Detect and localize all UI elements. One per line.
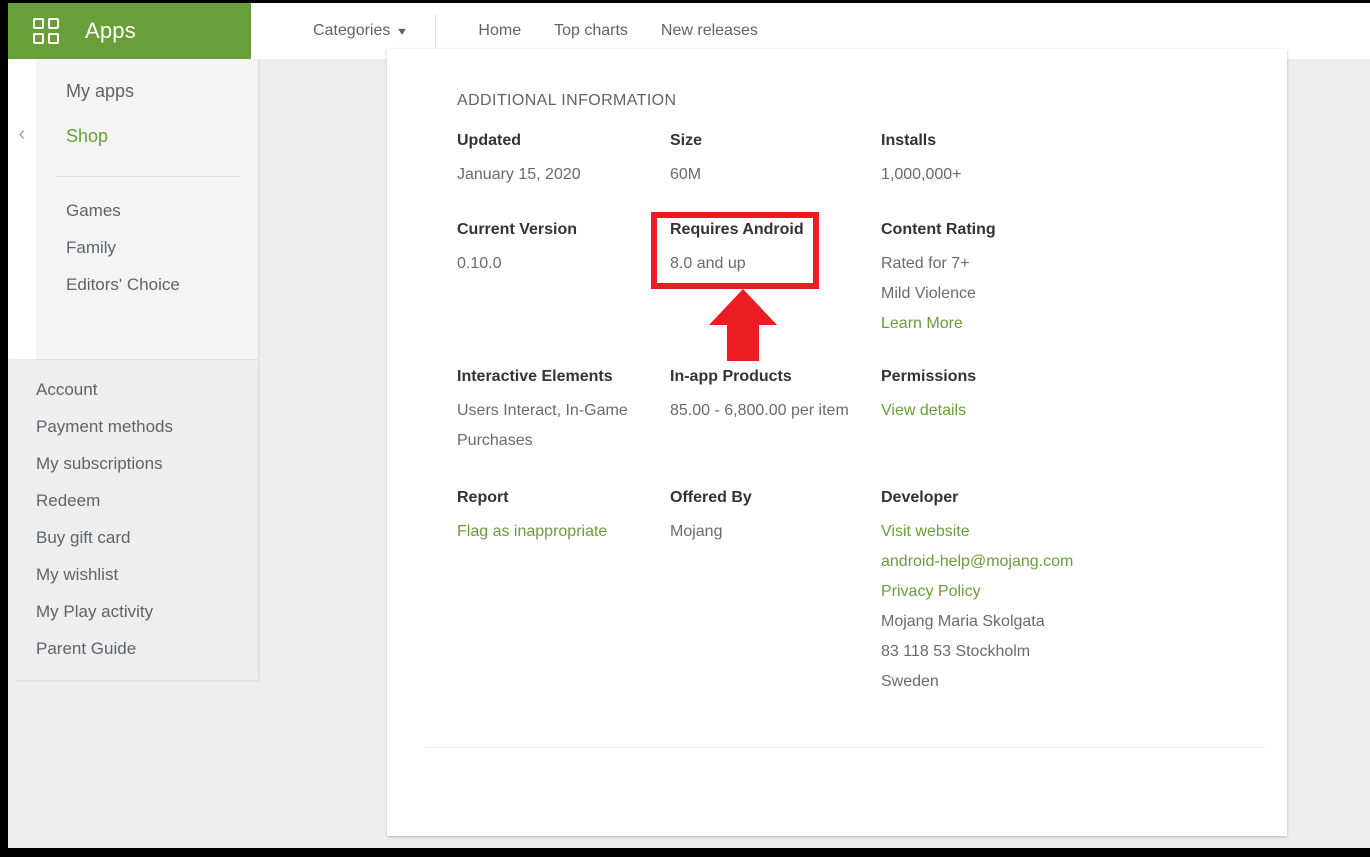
sidebar-item-games[interactable]: Games — [66, 201, 121, 221]
info-value-requires-android: 8.0 and up — [670, 255, 746, 272]
info-field-interactive-elements: Interactive Elements Users Interact, In-… — [457, 368, 672, 456]
info-label-permissions: Permissions — [881, 368, 977, 385]
developer-visit-website-link[interactable]: Visit website — [881, 517, 1096, 547]
sidebar-item-buy-gift-card[interactable]: Buy gift card — [36, 528, 131, 548]
sidebar-collapse-button[interactable]: ‹ — [8, 59, 36, 359]
screenshot-viewport: Apps Categories ▾ Home Top charts New re… — [0, 0, 1370, 857]
additional-information-card: ADDITIONAL INFORMATION Updated January 1… — [387, 49, 1287, 836]
info-value-interactive-elements: Users Interact, In-Game Purchases — [457, 402, 628, 449]
info-value-updated: January 15, 2020 — [457, 166, 581, 183]
info-field-offered-by: Offered By Mojang — [670, 489, 885, 547]
developer-email-link[interactable]: android-help@mojang.com — [881, 547, 1096, 577]
sidebar-item-my-play-activity[interactable]: My Play activity — [36, 602, 153, 622]
sidebar-item-family[interactable]: Family — [66, 238, 116, 258]
info-label-current-version: Current Version — [457, 221, 578, 238]
sidebar-item-redeem[interactable]: Redeem — [36, 491, 100, 511]
apps-brand-button[interactable]: Apps — [8, 3, 251, 59]
info-field-requires-android: Requires Android 8.0 and up — [670, 221, 885, 279]
chevron-down-icon: ▾ — [398, 24, 407, 38]
info-label-requires-android: Requires Android — [670, 221, 804, 238]
page-root: Apps Categories ▾ Home Top charts New re… — [8, 3, 1370, 848]
categories-dropdown[interactable]: Categories ▾ — [313, 22, 407, 40]
apps-brand-label: Apps — [85, 18, 136, 43]
info-label-offered-by: Offered By — [670, 489, 752, 506]
info-value-installs: 1,000,000+ — [881, 166, 962, 183]
sidebar-item-my-apps[interactable]: My apps — [66, 81, 134, 102]
developer-privacy-policy-link[interactable]: Privacy Policy — [881, 577, 1096, 607]
apps-grid-icon — [33, 18, 59, 44]
info-field-report: Report Flag as inappropriate — [457, 489, 672, 547]
section-heading: ADDITIONAL INFORMATION — [457, 92, 677, 109]
info-value-current-version: 0.10.0 — [457, 255, 502, 272]
info-value-offered-by: Mojang — [670, 523, 723, 540]
sidebar-item-shop[interactable]: Shop — [66, 126, 108, 147]
info-field-permissions: Permissions View details — [881, 368, 1096, 426]
info-label-size: Size — [670, 132, 703, 149]
permissions-view-details-link[interactable]: View details — [881, 396, 1096, 426]
info-label-updated: Updated — [457, 132, 521, 149]
info-field-content-rating: Content Rating Rated for 7+ Mild Violenc… — [881, 221, 1096, 339]
info-field-developer: Developer Visit website android-help@moj… — [881, 489, 1096, 697]
info-label-installs: Installs — [881, 132, 937, 149]
sidebar-item-account[interactable]: Account — [36, 380, 97, 400]
developer-address-line-3: Sweden — [881, 673, 939, 690]
content-rating-learn-more-link[interactable]: Learn More — [881, 309, 1096, 339]
info-field-updated: Updated January 15, 2020 — [457, 132, 672, 190]
sidebar-item-payment-methods[interactable]: Payment methods — [36, 417, 173, 437]
sidebar-account-panel: Account Payment methods My subscriptions… — [16, 360, 258, 680]
nav-link-home[interactable]: Home — [478, 22, 521, 40]
info-field-in-app-products: In-app Products 85.00 - 6,800.00 per ite… — [670, 368, 885, 426]
info-value-in-app-products: 85.00 - 6,800.00 per item — [670, 402, 849, 419]
info-label-content-rating: Content Rating — [881, 221, 996, 238]
info-label-developer: Developer — [881, 489, 959, 506]
sidebar-item-my-subscriptions[interactable]: My subscriptions — [36, 454, 163, 474]
card-section-divider — [425, 747, 1265, 748]
nav-link-top-charts[interactable]: Top charts — [554, 22, 628, 40]
info-label-in-app-products: In-app Products — [670, 368, 792, 385]
info-field-current-version: Current Version 0.10.0 — [457, 221, 672, 279]
sidebar-primary-panel: My apps Shop Games Family Editors' Choic… — [36, 59, 258, 359]
info-value-content-rating-age: Rated for 7+ — [881, 255, 970, 272]
info-field-installs: Installs 1,000,000+ — [881, 132, 1096, 190]
sidebar-divider — [56, 176, 241, 177]
info-label-interactive-elements: Interactive Elements — [457, 368, 613, 385]
info-label-report: Report — [457, 489, 509, 506]
developer-address-line-2: 83 118 53 Stockholm — [881, 643, 1031, 660]
chevron-left-icon: ‹ — [18, 123, 26, 145]
nav-link-new-releases[interactable]: New releases — [661, 22, 758, 40]
developer-address-line-1: Mojang Maria Skolgata — [881, 613, 1045, 630]
nav-divider — [435, 14, 437, 48]
sidebar-item-editors-choice[interactable]: Editors' Choice — [66, 275, 180, 295]
sidebar-item-parent-guide[interactable]: Parent Guide — [36, 639, 136, 659]
flag-as-inappropriate-link[interactable]: Flag as inappropriate — [457, 517, 672, 547]
sidebar-item-my-wishlist[interactable]: My wishlist — [36, 565, 118, 585]
info-value-size: 60M — [670, 166, 702, 183]
categories-label: Categories — [313, 22, 391, 39]
info-value-content-rating-descriptor: Mild Violence — [881, 285, 976, 302]
info-field-size: Size 60M — [670, 132, 885, 190]
